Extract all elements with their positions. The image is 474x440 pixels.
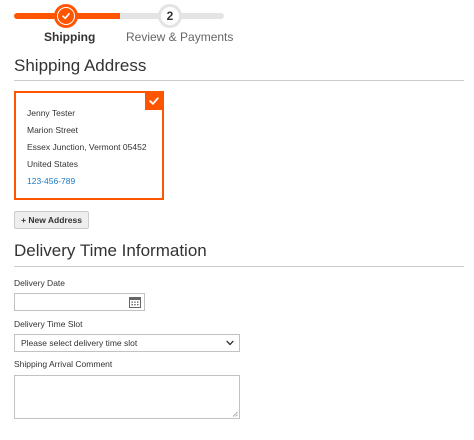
shipping-comment-label: Shipping Arrival Comment <box>14 359 113 369</box>
delivery-info-title: Delivery Time Information <box>14 241 207 260</box>
shipping-address-title: Shipping Address <box>14 56 147 75</box>
step-shipping-label[interactable]: Shipping <box>44 30 95 44</box>
delivery-time-slot-value: Please select delivery time slot <box>21 338 138 348</box>
step-shipping-indicator <box>54 4 78 28</box>
calendar-icon[interactable] <box>129 296 141 308</box>
checkmark-icon <box>149 97 159 105</box>
delivery-time-slot-label: Delivery Time Slot <box>14 319 83 329</box>
address-country: United States <box>27 159 79 169</box>
address-city-line: Essex Junction, Vermont 05452 <box>27 142 147 152</box>
delivery-date-label: Delivery Date <box>14 278 66 288</box>
shipping-comment-textarea[interactable] <box>14 375 240 419</box>
section-divider <box>14 80 464 81</box>
resize-handle-icon[interactable] <box>232 411 238 417</box>
checkout-progress-bar: Shipping 2 Review & Payments <box>0 0 474 52</box>
address-name: Jenny Tester <box>27 108 76 118</box>
section-divider <box>14 266 464 267</box>
chevron-down-icon <box>226 340 234 346</box>
step-review-payments-label[interactable]: Review & Payments <box>126 30 233 44</box>
new-address-button[interactable]: + New Address <box>14 211 89 229</box>
address-phone-link[interactable]: 123-456-789 <box>27 176 75 186</box>
address-card-selected[interactable]: Jenny Tester Marion Street Essex Junctio… <box>14 91 164 200</box>
delivery-time-slot-select[interactable]: Please select delivery time slot <box>14 334 240 352</box>
address-street: Marion Street <box>27 125 79 135</box>
step-review-indicator: 2 <box>158 4 182 28</box>
checkmark-icon <box>62 13 70 20</box>
delivery-date-input[interactable] <box>14 293 145 311</box>
selected-checkmark-badge <box>145 92 163 110</box>
